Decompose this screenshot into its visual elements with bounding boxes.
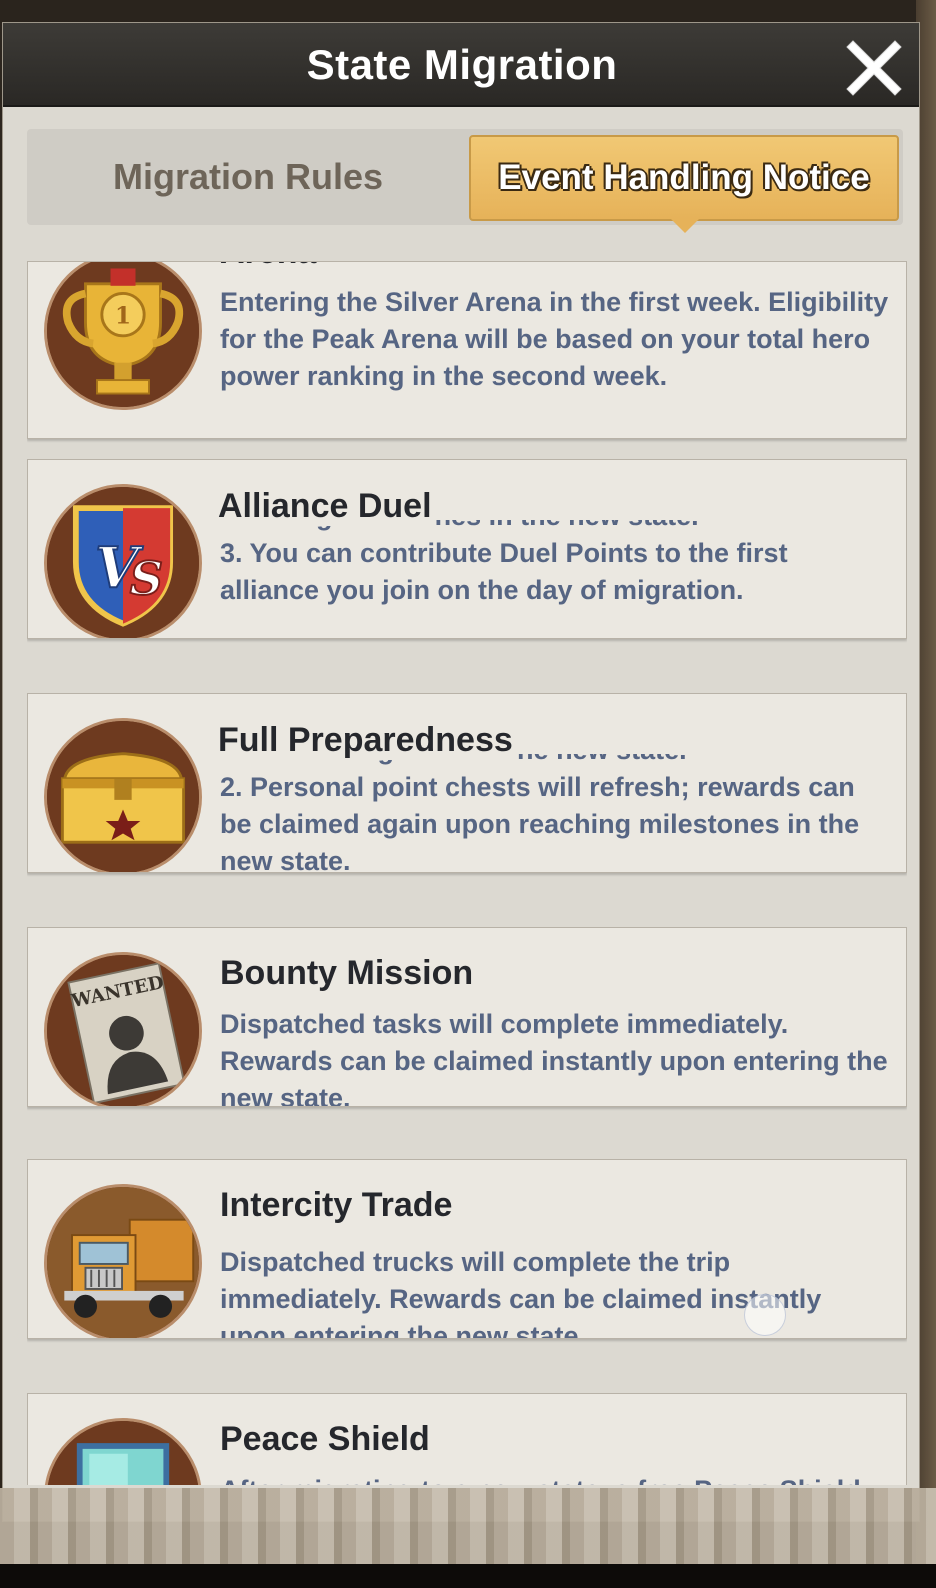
event-body-alliance-duel: 3. You can contribute Duel Points to the… — [220, 538, 788, 605]
event-card-bounty-mission[interactable]: WANTED Bounty Mission Dispatched tasks w… — [27, 927, 907, 1107]
tab-event-handling-notice[interactable]: Event Handling Notice — [469, 135, 899, 221]
wanted-poster-icon: WANTED — [44, 952, 202, 1106]
treasure-chest-icon — [44, 718, 202, 872]
event-card-alliance-duel[interactable]: V S Alliance Duel reaching milestones in… — [27, 459, 907, 639]
event-title-intercity-trade: Intercity Trade — [220, 1186, 453, 1224]
close-button[interactable] — [841, 33, 907, 99]
close-x-icon — [846, 40, 902, 96]
event-text-alliance-duel: reaching milestones in the new state. 3.… — [220, 520, 890, 638]
event-body-intercity-trade: Dispatched trucks will complete the trip… — [220, 1247, 822, 1339]
trophy-icon: 1 — [44, 262, 202, 410]
event-title-peace-shield: Peace Shield — [220, 1420, 430, 1458]
event-card-full-preparedness[interactable]: Full Preparedness accumulating anew in t… — [27, 693, 907, 873]
title-bar: State Migration — [3, 23, 919, 107]
touch-indicator — [744, 1294, 786, 1336]
svg-text:S: S — [130, 552, 163, 606]
truck-icon — [44, 1184, 202, 1338]
event-body-arena: Entering the Silver Arena in the first w… — [220, 287, 889, 391]
event-card-peace-shield[interactable]: Peace Shield After migrating to a new st… — [27, 1393, 907, 1485]
event-title-full-preparedness: Full Preparedness — [218, 720, 517, 760]
bottom-frame — [0, 1488, 936, 1564]
event-text-arena: Arena Entering the Silver Arena in the f… — [220, 262, 890, 408]
state-migration-dialog: State Migration Migration Rules Event Ha… — [2, 22, 920, 1522]
event-text-full-preparedness: accumulating anew in the new state. 2. P… — [220, 754, 890, 872]
event-body-peace-shield: After migrating to a new state, a free P… — [220, 1472, 890, 1485]
dialog-title: State Migration — [306, 41, 618, 88]
event-card-arena[interactable]: 1 Arena Entering the Silver Arena in the… — [27, 261, 907, 439]
event-title-arena: Arena — [220, 262, 890, 272]
bottom-bar — [0, 1564, 936, 1588]
active-tab-pointer — [671, 219, 699, 233]
shield-icon — [44, 1418, 202, 1485]
event-title-bounty-mission: Bounty Mission — [220, 954, 474, 992]
event-body-bounty-mission: Dispatched tasks will complete immediate… — [220, 1009, 888, 1107]
event-title-alliance-duel: Alliance Duel — [218, 486, 436, 526]
event-body-full-preparedness: 2. Personal point chests will refresh; r… — [220, 772, 860, 872]
tab-migration-rules[interactable]: Migration Rules — [27, 129, 469, 225]
vs-shield-icon: V S — [44, 484, 202, 638]
svg-text:1: 1 — [115, 302, 131, 329]
